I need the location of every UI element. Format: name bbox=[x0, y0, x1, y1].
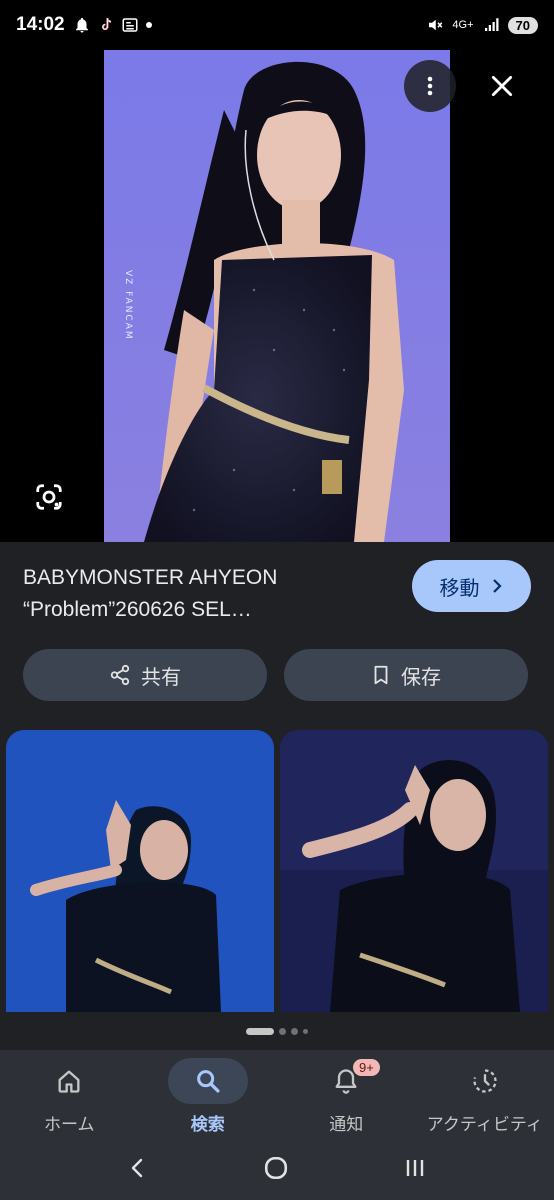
visit-label: 移動 bbox=[439, 575, 480, 600]
news-icon bbox=[122, 18, 138, 32]
home-system-icon[interactable] bbox=[263, 1155, 289, 1181]
image-viewer: VZ FANCAM bbox=[0, 50, 554, 542]
result-info: BABYMONSTER AHYEON “Problem”260626 SEL… … bbox=[0, 542, 554, 642]
status-time: 14:02 bbox=[16, 14, 65, 35]
share-icon bbox=[110, 664, 130, 686]
home-icon bbox=[58, 1070, 80, 1093]
mute-icon bbox=[429, 19, 443, 31]
nav-notifications-label: 通知 bbox=[329, 1115, 364, 1135]
nav-home-label: ホーム bbox=[44, 1115, 95, 1135]
nav-activity-label: アクティビティ bbox=[426, 1115, 543, 1135]
back-icon[interactable] bbox=[126, 1156, 150, 1180]
save-button[interactable]: 保存 bbox=[284, 649, 528, 701]
nav-activity[interactable]: アクティビティ bbox=[416, 1050, 554, 1135]
tiktok-icon bbox=[101, 18, 111, 31]
system-navigation bbox=[0, 1135, 554, 1200]
status-right: 4G+ 70 bbox=[426, 16, 538, 34]
result-title-line1: BABYMONSTER AHYEON bbox=[23, 566, 278, 589]
lens-search-button[interactable] bbox=[24, 472, 74, 522]
pager-dot-active bbox=[246, 1027, 274, 1035]
share-button[interactable]: 共有 bbox=[23, 649, 267, 701]
more-vert-icon bbox=[427, 76, 433, 96]
watermark: VZ FANCAM bbox=[123, 270, 133, 341]
save-label: 保存 bbox=[401, 664, 441, 689]
related-image-1-graphic bbox=[6, 730, 274, 1012]
nav-home-icon-wrap bbox=[29, 1058, 109, 1104]
bookmark-icon bbox=[374, 665, 388, 685]
pager-dot bbox=[291, 1027, 298, 1035]
dot-icon bbox=[145, 22, 152, 28]
related-image-2-graphic bbox=[280, 730, 548, 1012]
nav-search-label: 検索 bbox=[190, 1115, 225, 1135]
bottom-navigation: ホーム 検索 9+ 通知 アクティビティ bbox=[0, 1050, 554, 1135]
recents-icon[interactable] bbox=[402, 1156, 428, 1180]
chevron-right-icon bbox=[492, 579, 502, 593]
search-icon bbox=[196, 1070, 220, 1093]
close-icon bbox=[491, 75, 513, 97]
close-button[interactable] bbox=[476, 60, 528, 112]
bell-status-icon bbox=[75, 17, 88, 33]
carousel-pager bbox=[0, 1012, 554, 1050]
activity-icon bbox=[473, 1069, 497, 1093]
nav-activity-icon-wrap bbox=[445, 1058, 525, 1104]
result-title[interactable]: BABYMONSTER AHYEON “Problem”260626 SEL… bbox=[23, 562, 393, 626]
visit-button[interactable]: 移動 bbox=[412, 560, 531, 612]
notification-icons bbox=[73, 16, 153, 34]
nav-home[interactable]: ホーム bbox=[0, 1050, 139, 1135]
pager-dot bbox=[279, 1027, 286, 1035]
signal-icon bbox=[484, 18, 499, 31]
notification-badge: 9+ bbox=[353, 1059, 380, 1076]
battery-indicator: 70 bbox=[507, 16, 538, 34]
related-image-2[interactable] bbox=[280, 730, 548, 1012]
related-image-1[interactable] bbox=[6, 730, 274, 1012]
more-options-button[interactable] bbox=[404, 60, 456, 112]
nav-search-icon-wrap bbox=[167, 1058, 248, 1104]
result-title-line2: “Problem”260626 SEL… bbox=[23, 598, 252, 621]
nav-search[interactable]: 検索 bbox=[139, 1050, 278, 1135]
main-image-graphic: VZ FANCAM bbox=[104, 50, 450, 542]
pager-dot bbox=[303, 1028, 308, 1034]
main-image[interactable]: VZ FANCAM bbox=[104, 50, 450, 542]
lens-icon bbox=[36, 484, 62, 510]
share-label: 共有 bbox=[141, 664, 181, 689]
network-type: 4G+ bbox=[452, 19, 474, 31]
status-bar: 14:02 4G+ 70 bbox=[0, 0, 554, 50]
nav-notifications[interactable]: 9+ 通知 bbox=[277, 1050, 416, 1135]
